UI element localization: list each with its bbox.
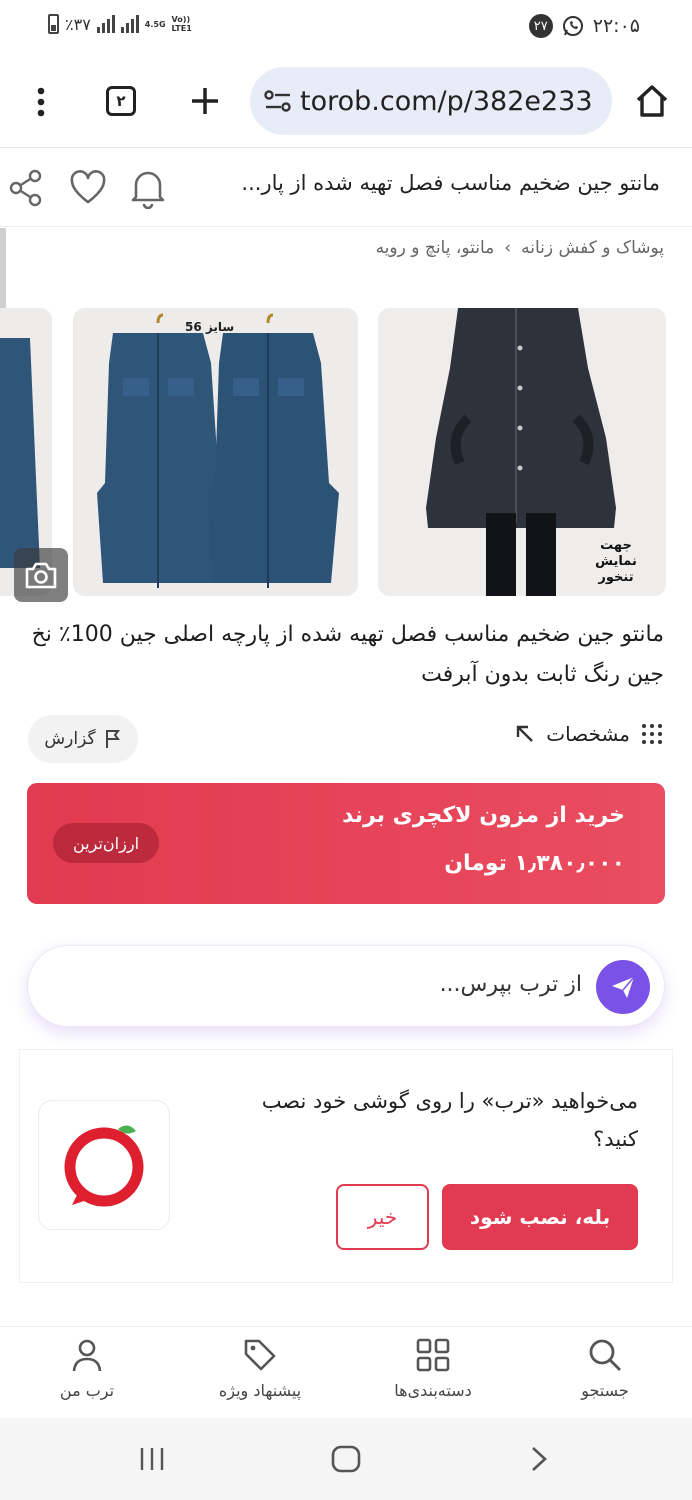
image-carousel[interactable]: جهت نمایش تنخور سایز 56 (0, 308, 692, 598)
bottom-navigation: جستجو دسته‌بندی‌ها پیشنهاد ویژه ترب من (0, 1326, 692, 1418)
status-left: ٪۳۷ 4.5G Vo)) LTE1 (48, 14, 192, 34)
product-image-2[interactable]: سایز 56 (73, 308, 358, 596)
ask-input[interactable]: از ترب بپرس... (440, 972, 582, 997)
home-button-icon[interactable] (330, 1444, 362, 1474)
specs-label[interactable]: مشخصات (546, 722, 630, 746)
tag-icon (244, 1339, 276, 1371)
volte-indicator: Vo)) LTE1 (172, 15, 192, 33)
site-settings-icon[interactable] (264, 89, 292, 113)
buy-offer-card[interactable]: خرید از مزون لاکچری برند ۱٫۳۸۰٫۰۰۰ تومان… (27, 783, 665, 904)
breadcrumb: پوشاک و کفش زنانه › مانتو، پانچ و رویه (376, 238, 664, 258)
nav-special-offer[interactable]: پیشنهاد ویژه (185, 1337, 335, 1400)
address-bar[interactable]: torob.com/p/382e233 (250, 67, 612, 135)
breadcrumb-item-women-clothing[interactable]: پوشاک و کفش زنانه (521, 238, 664, 258)
clock: ۲۲:۰۵ (592, 15, 640, 37)
status-right: ۲۷ ۲۲:۰۵ (528, 14, 640, 38)
whatsapp-icon (562, 16, 583, 36)
heart-icon[interactable] (68, 169, 108, 205)
url-text[interactable]: torob.com/p/382e233 (300, 86, 593, 117)
nav-categories[interactable]: دسته‌بندی‌ها (358, 1337, 508, 1400)
ask-torob-bar[interactable]: از ترب بپرس... (27, 945, 665, 1027)
status-bar: ٪۳۷ 4.5G Vo)) LTE1 ۲۷ ۲۲:۰۵ (0, 0, 692, 56)
product-header: مانتو جین ضخیم مناسب فصل تهیه شده از پار… (0, 149, 692, 227)
report-label: گزارش (44, 729, 96, 749)
product-image-main[interactable]: جهت نمایش تنخور (378, 308, 666, 596)
bell-icon[interactable] (128, 167, 168, 209)
image-search-button[interactable] (14, 548, 68, 602)
nav-my-torob-label: ترب من (59, 1381, 115, 1400)
torob-logo (38, 1100, 170, 1230)
lte-text: LTE1 (171, 24, 192, 33)
breadcrumb-item-manteau[interactable]: مانتو، پانچ و رویه (376, 238, 495, 258)
product-title: مانتو جین ضخیم مناسب فصل تهیه شده از پار… (31, 622, 664, 687)
buy-shop-label[interactable]: خرید از مزون لاکچری برند (342, 803, 625, 828)
dots-grid-icon (642, 724, 662, 744)
new-tab-icon[interactable] (190, 86, 220, 116)
system-navigation (0, 1418, 692, 1500)
scroll-indicator (0, 228, 6, 314)
jackets-photo (73, 308, 358, 596)
more-menu-icon[interactable] (33, 86, 49, 118)
battery-text: ٪۳۷ (65, 14, 91, 34)
send-button[interactable] (596, 960, 650, 1014)
camera-search-icon (25, 562, 57, 589)
tab-switcher-button[interactable]: ۲ (106, 86, 136, 116)
home-icon[interactable] (634, 83, 670, 119)
browser-toolbar: ۲ torob.com/p/382e233 (0, 56, 692, 148)
nav-search-label: جستجو (581, 1381, 629, 1400)
back-icon[interactable] (528, 1446, 550, 1472)
header-title: مانتو جین ضخیم مناسب فصل تهیه شده از پار… (241, 171, 660, 195)
volte-text: Vo)) (171, 15, 191, 24)
send-icon (612, 976, 635, 998)
grid-icon (416, 1338, 450, 1372)
torob-logo-icon (64, 1125, 144, 1207)
nav-search[interactable]: جستجو (530, 1337, 680, 1400)
buy-price: ۱٫۳۸۰٫۰۰۰ تومان (444, 851, 625, 876)
install-no-button[interactable]: خیر (336, 1184, 429, 1250)
nav-categories-label: دسته‌بندی‌ها (394, 1381, 472, 1400)
flag-icon (105, 730, 120, 748)
user-icon (72, 1339, 102, 1372)
notification-count: ۲۷ (528, 14, 553, 38)
overlay-caption: جهت نمایش تنخور (595, 538, 637, 585)
arrow-up-left-icon (517, 725, 534, 742)
search-icon (589, 1339, 621, 1371)
share-icon[interactable] (8, 169, 44, 207)
nav-my-torob[interactable]: ترب من (12, 1337, 162, 1400)
battery-icon (48, 14, 59, 34)
signal-icon (96, 15, 115, 33)
cheapest-badge: ارزان‌ترین (53, 823, 159, 863)
nav-special-offer-label: پیشنهاد ویژه (218, 1381, 302, 1400)
size-label: سایز 56 (185, 320, 235, 334)
breadcrumb-separator: › (504, 238, 512, 258)
specs-link[interactable]: مشخصات (514, 722, 664, 746)
recent-apps-icon[interactable] (138, 1446, 166, 1472)
network-type: 4.5G (144, 19, 166, 29)
install-app-card: می‌خواهید «ترب» را روی گوشی خود نصب کنید… (20, 1050, 672, 1282)
signal-icon-2 (120, 15, 139, 33)
install-yes-button[interactable]: بله، نصب شود (442, 1184, 638, 1250)
install-question: می‌خواهید «ترب» را روی گوشی خود نصب کنید… (261, 1089, 638, 1151)
report-button[interactable]: گزارش (28, 715, 138, 763)
